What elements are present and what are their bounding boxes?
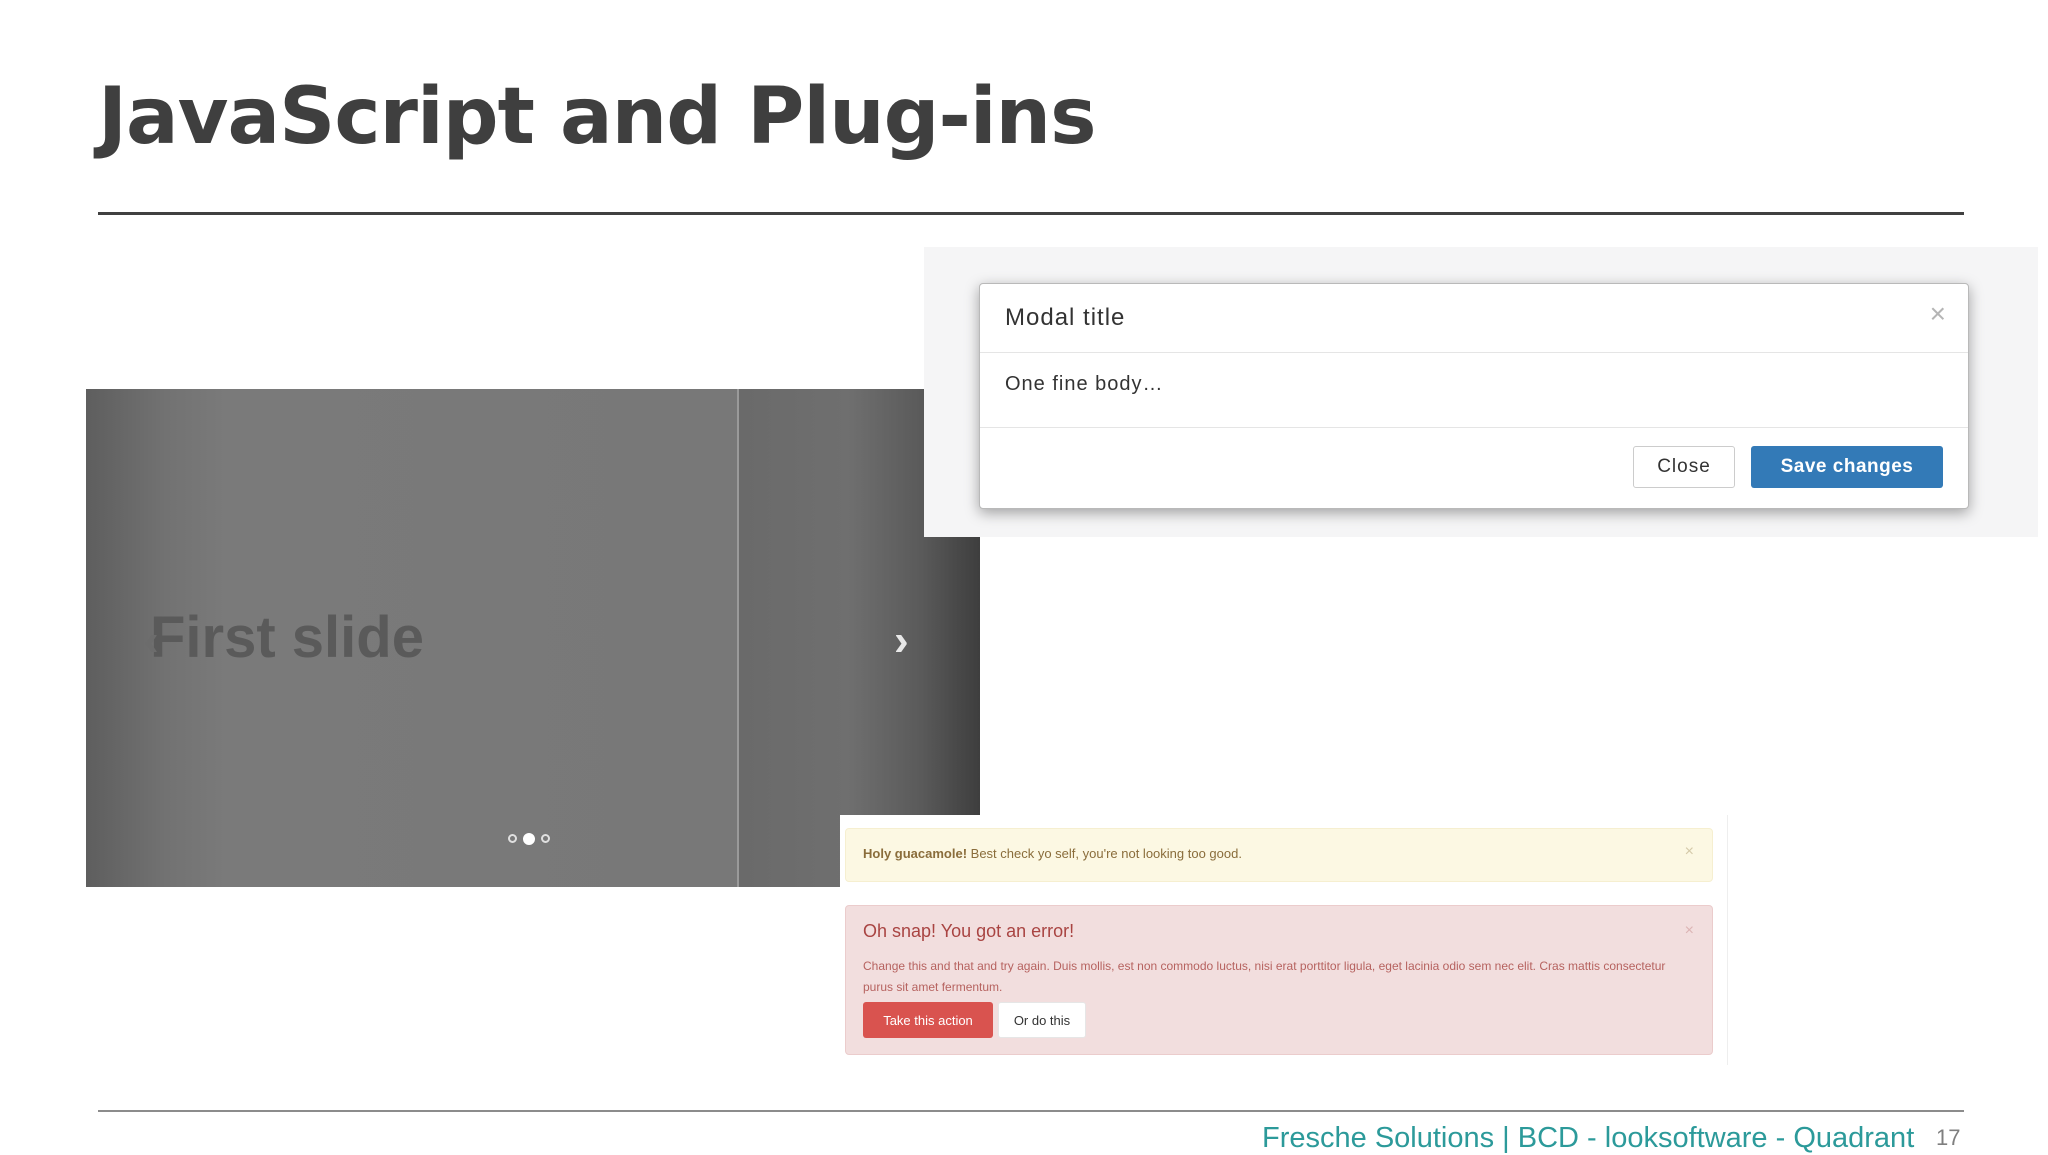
- alerts-panel: Holy guacamole! Best check yo self, you'…: [840, 815, 1728, 1065]
- chevron-right-icon[interactable]: ›: [894, 619, 909, 663]
- modal-body-text: One fine body…: [1005, 373, 1164, 395]
- page-number: 17: [1936, 1125, 1961, 1150]
- danger-alert: Oh snap! You got an error! × Change this…: [845, 905, 1713, 1055]
- close-icon[interactable]: ×: [1930, 298, 1946, 330]
- or-do-this-button[interactable]: Or do this: [998, 1002, 1086, 1038]
- warning-alert-message: Best check yo self, you're not looking t…: [967, 846, 1242, 861]
- carousel-indicator[interactable]: [541, 834, 550, 843]
- footer-divider: [98, 1110, 1964, 1112]
- modal-body: One fine body…: [980, 353, 1968, 428]
- slide-title: JavaScript and Plug-ins: [98, 72, 1097, 162]
- take-action-button[interactable]: Take this action: [863, 1002, 993, 1038]
- carousel-indicators: [508, 833, 550, 845]
- carousel: First slide ‹ ›: [86, 389, 980, 887]
- warning-alert-text: Holy guacamole! Best check yo self, you'…: [863, 846, 1242, 861]
- chevron-left-icon[interactable]: ‹: [144, 619, 159, 663]
- modal-footer: Close Save changes: [980, 428, 1968, 508]
- modal-title: Modal title: [1005, 304, 1126, 331]
- carousel-indicator-active[interactable]: [523, 833, 535, 845]
- danger-alert-text: Change this and that and try again. Duis…: [863, 959, 1666, 994]
- close-icon[interactable]: ×: [1685, 843, 1694, 861]
- carousel-caption: First slide: [150, 605, 424, 670]
- save-changes-button[interactable]: Save changes: [1751, 446, 1943, 488]
- carousel-indicator[interactable]: [508, 834, 517, 843]
- modal-header: Modal title ×: [980, 284, 1968, 353]
- title-divider: [98, 212, 1964, 215]
- warning-alert-strong: Holy guacamole!: [863, 846, 968, 861]
- danger-alert-heading: Oh snap! You got an error!: [863, 921, 1075, 941]
- modal-dialog: Modal title × One fine body… Close Save …: [979, 283, 1969, 509]
- close-button[interactable]: Close: [1633, 446, 1735, 488]
- footer-text: Fresche Solutions | BCD - looksoftware -…: [1262, 1122, 1915, 1154]
- warning-alert: Holy guacamole! Best check yo self, you'…: [845, 828, 1713, 882]
- close-icon[interactable]: ×: [1685, 922, 1694, 940]
